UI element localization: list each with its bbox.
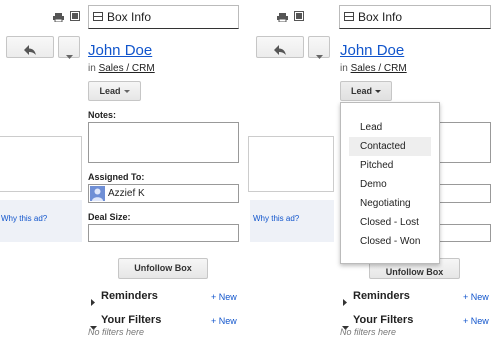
unfollow-box-label: Unfollow Box bbox=[134, 263, 192, 273]
unfollow-box-button[interactable]: Unfollow Box bbox=[118, 258, 208, 279]
notes-label: Notes: bbox=[88, 110, 117, 120]
more-dropdown-icon bbox=[316, 46, 323, 64]
reply-button[interactable] bbox=[256, 36, 304, 58]
reply-icon bbox=[274, 42, 286, 60]
pipeline-line: in Sales / CRM bbox=[340, 63, 407, 74]
avatar bbox=[90, 186, 105, 201]
new-window-icon[interactable] bbox=[70, 8, 80, 21]
reminders-new-link[interactable]: + New bbox=[463, 292, 489, 302]
box-info-header: Box Info bbox=[88, 5, 239, 29]
box-info-title: Box Info bbox=[358, 10, 403, 24]
contact-name-link[interactable]: John Doe bbox=[340, 42, 404, 59]
more-dropdown-button[interactable] bbox=[58, 36, 80, 59]
why-this-ad-link[interactable]: Why this ad? bbox=[1, 214, 47, 223]
reply-icon bbox=[24, 42, 36, 60]
no-filters-text: No filters here bbox=[340, 327, 397, 337]
pipeline-link[interactable]: Sales / CRM bbox=[99, 63, 155, 74]
box-info-title: Box Info bbox=[107, 10, 152, 24]
print-icon[interactable] bbox=[53, 9, 64, 23]
filters-new-link[interactable]: + New bbox=[211, 316, 237, 326]
chevron-down-icon bbox=[375, 90, 381, 94]
assignee-name: Azzief K bbox=[108, 188, 145, 199]
new-window-icon[interactable] bbox=[294, 8, 304, 21]
menu-item-demo[interactable]: Demo bbox=[341, 175, 439, 194]
deal-size-label: Deal Size: bbox=[88, 212, 131, 222]
filters-new-link[interactable]: + New bbox=[463, 316, 489, 326]
box-icon bbox=[344, 12, 354, 21]
notes-textarea[interactable] bbox=[436, 122, 491, 163]
ad-box bbox=[0, 136, 82, 192]
stage-label: Lead bbox=[350, 86, 372, 96]
ad-box bbox=[248, 136, 334, 192]
contact-name-link[interactable]: John Doe bbox=[88, 42, 152, 59]
menu-item-closed-lost[interactable]: Closed - Lost bbox=[341, 213, 439, 232]
box-icon bbox=[93, 12, 103, 21]
menu-item-closed-won[interactable]: Closed - Won bbox=[341, 232, 439, 251]
more-dropdown-button[interactable] bbox=[308, 36, 330, 59]
more-dropdown-icon bbox=[66, 46, 73, 64]
print-icon[interactable] bbox=[277, 9, 288, 23]
unfollow-box-label: Unfollow Box bbox=[385, 267, 444, 277]
expand-arrow-icon[interactable] bbox=[343, 293, 347, 311]
your-filters-heading[interactable]: Your Filters bbox=[101, 314, 161, 326]
gmail-strip-left: Why this ad? bbox=[0, 0, 82, 342]
deal-size-input[interactable] bbox=[88, 224, 239, 242]
assigned-to-field[interactable] bbox=[436, 184, 491, 203]
reminders-new-link[interactable]: + New bbox=[211, 292, 237, 302]
your-filters-heading[interactable]: Your Filters bbox=[353, 314, 413, 326]
pipeline-link[interactable]: Sales / CRM bbox=[351, 63, 407, 74]
expand-arrow-icon[interactable] bbox=[91, 293, 95, 311]
menu-item-lead[interactable]: Lead bbox=[341, 118, 439, 137]
stage-dropdown-button[interactable]: Lead bbox=[88, 81, 141, 101]
menu-item-negotiating[interactable]: Negotiating bbox=[341, 194, 439, 213]
pipeline-line: in Sales / CRM bbox=[88, 63, 155, 74]
stage-label: Lead bbox=[99, 86, 121, 96]
in-prefix: in bbox=[340, 63, 348, 74]
in-prefix: in bbox=[88, 63, 96, 74]
box-info-header: Box Info bbox=[339, 5, 491, 29]
menu-item-pitched[interactable]: Pitched bbox=[341, 156, 439, 175]
no-filters-text: No filters here bbox=[88, 327, 145, 337]
notes-textarea[interactable] bbox=[88, 122, 239, 163]
menu-item-contacted[interactable]: Contacted bbox=[349, 137, 431, 156]
assigned-to-field[interactable]: Azzief K bbox=[88, 184, 239, 203]
reply-button[interactable] bbox=[6, 36, 54, 58]
why-this-ad-link[interactable]: Why this ad? bbox=[253, 214, 299, 223]
stage-dropdown-button[interactable]: Lead bbox=[340, 81, 392, 101]
stage-dropdown-menu: Lead Contacted Pitched Demo Negotiating … bbox=[340, 102, 440, 264]
deal-size-input[interactable] bbox=[436, 224, 491, 242]
assigned-to-label: Assigned To: bbox=[88, 172, 145, 182]
chevron-down-icon bbox=[123, 90, 130, 94]
reminders-heading[interactable]: Reminders bbox=[353, 290, 410, 302]
gmail-strip-right: Why this ad? bbox=[248, 0, 334, 342]
reminders-heading[interactable]: Reminders bbox=[101, 290, 158, 302]
